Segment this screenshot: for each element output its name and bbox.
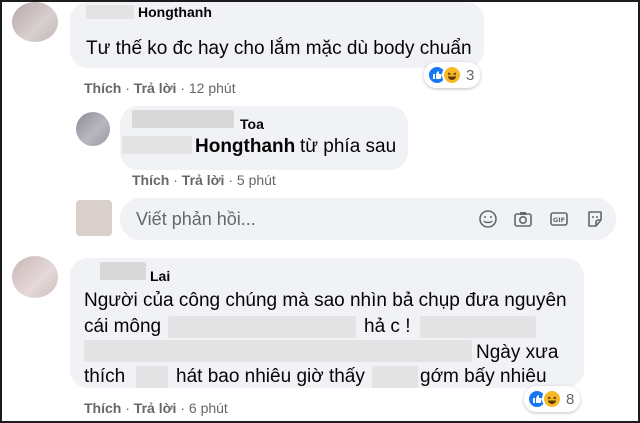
reply-link[interactable]: Trả lời (134, 400, 177, 416)
redacted-text (84, 340, 472, 362)
comment-text: Tư thế ko đc hay cho lắm mặc dù body chu… (86, 38, 472, 59)
avatar[interactable] (76, 112, 110, 146)
redacted-text (372, 366, 418, 388)
gif-icon[interactable]: GIF (549, 209, 569, 229)
timestamp[interactable]: 5 phút (237, 172, 276, 188)
comment-actions: Thích · Trả lời · 12 phút (84, 80, 236, 96)
redacted-text (420, 316, 536, 338)
comment-line-2-end: hả c ! (364, 316, 411, 337)
emoji-icon[interactable] (478, 209, 498, 229)
reaction-summary[interactable]: 3 (424, 62, 481, 88)
svg-text:GIF: GIF (553, 216, 565, 224)
comment-line-4-mid: hát bao nhiêu giờ thấy (176, 366, 365, 387)
like-link[interactable]: Thích (84, 400, 121, 416)
camera-icon[interactable] (513, 209, 533, 229)
reaction-count: 3 (466, 66, 475, 84)
redacted-text (168, 316, 356, 338)
haha-icon (542, 389, 562, 409)
redacted-mention (122, 136, 192, 154)
comment-author[interactable]: Lai (150, 268, 170, 284)
timestamp[interactable]: 6 phút (189, 400, 228, 416)
comment-line-2-start: cái mông (84, 316, 162, 337)
comment-line-3-end: Ngày xưa (476, 342, 559, 363)
reaction-count: 8 (566, 390, 575, 408)
like-link[interactable]: Thích (84, 80, 121, 96)
reaction-summary[interactable]: 8 (524, 386, 581, 412)
reply-text: từ phía sau (300, 136, 397, 157)
avatar (76, 200, 112, 236)
haha-icon (442, 65, 462, 85)
comment-line-4-end: gớm bấy nhiêu (420, 366, 547, 387)
mention-tag[interactable]: Hongthanh (195, 136, 295, 158)
reply-link[interactable]: Trả lời (182, 172, 225, 188)
redacted-name (100, 262, 146, 280)
redacted-name (132, 110, 234, 128)
comment-line-1: Người của công chúng mà sao nhìn bả chụp… (84, 290, 567, 311)
like-link[interactable]: Thích (132, 172, 169, 188)
timestamp[interactable]: 12 phút (189, 80, 236, 96)
redacted-text (136, 366, 168, 388)
sticker-icon[interactable] (585, 209, 605, 229)
avatar[interactable] (12, 256, 58, 298)
reply-author[interactable]: Toa (240, 116, 264, 132)
comment-line-4-start: thích (84, 366, 126, 387)
avatar[interactable] (12, 2, 58, 42)
comment-actions: Thích · Trả lời · 6 phút (84, 400, 228, 416)
redacted-name (86, 5, 134, 19)
reply-input-placeholder: Viết phản hồi... (136, 209, 256, 229)
reply-actions: Thích · Trả lời · 5 phút (132, 172, 276, 188)
comment-author[interactable]: Hongthanh (138, 4, 212, 20)
reply-link[interactable]: Trả lời (134, 80, 177, 96)
